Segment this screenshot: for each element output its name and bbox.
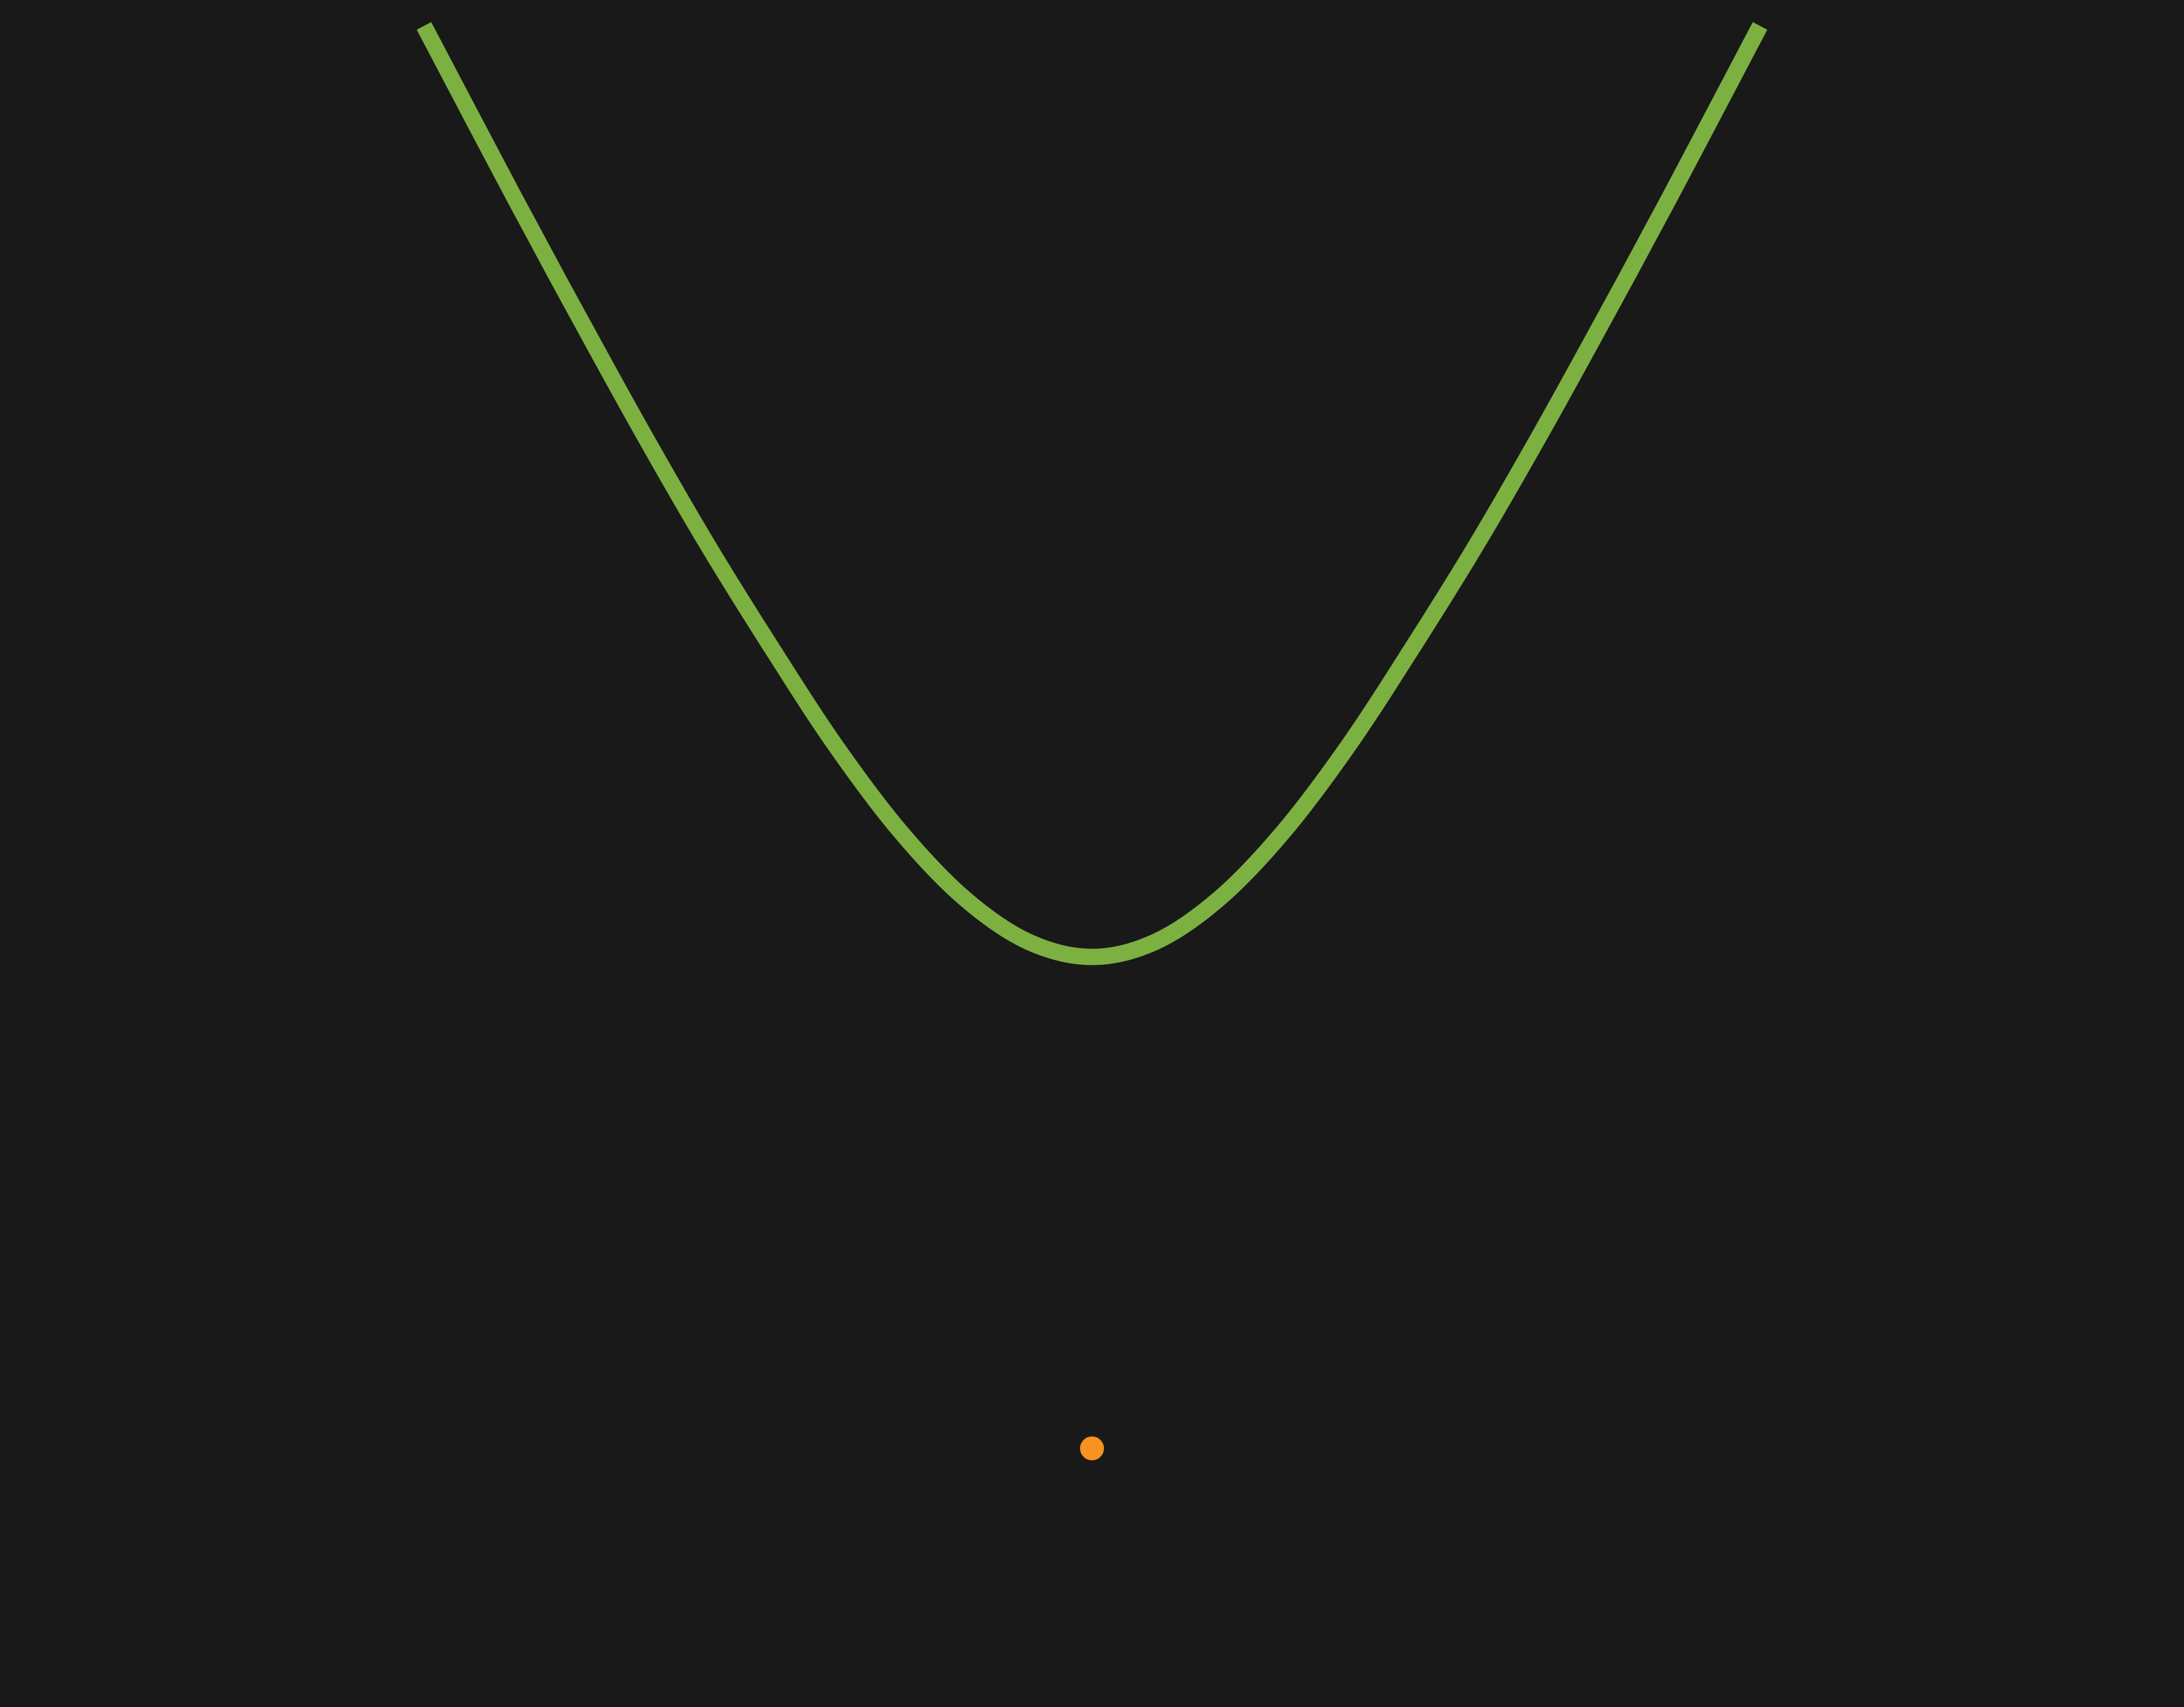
canvas: [0, 0, 2184, 1707]
plot-area: [0, 0, 2184, 1707]
orange-point[interactable]: [1078, 1434, 1106, 1463]
